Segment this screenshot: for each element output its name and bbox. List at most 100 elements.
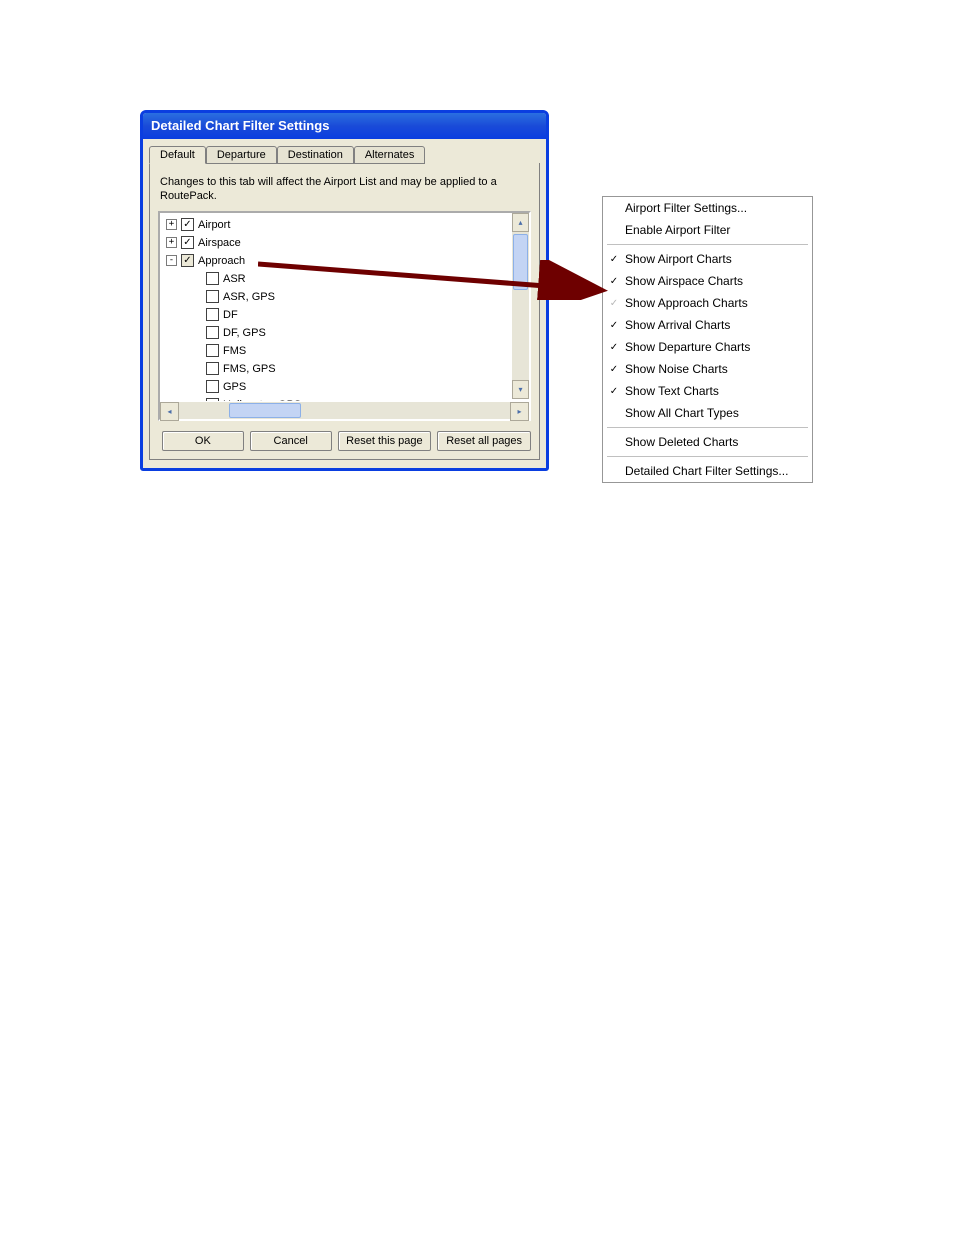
list-item: Applying customized filters for the depa…: [166, 659, 820, 676]
check-icon: ✓: [609, 342, 619, 353]
menu-show-departure-charts[interactable]: ✓ Show Departure Charts: [603, 336, 812, 358]
check-icon: ✓: [609, 298, 619, 309]
tree-label: ASR, GPS: [223, 291, 275, 303]
tab-hint-text: Changes to this tab will affect the Airp…: [160, 175, 531, 203]
chart-type-tree: + ✓ Airport + ✓ Airspace - ✓ Approach: [158, 211, 531, 421]
checkbox[interactable]: [206, 326, 219, 339]
menu-enable-airport-filter[interactable]: Enable Airport Filter: [603, 219, 812, 241]
list-item: Filtering out even more chart types.: [166, 699, 820, 716]
tab-alternates[interactable]: Alternates: [354, 146, 426, 164]
collapse-icon[interactable]: -: [166, 255, 177, 266]
scroll-left-icon[interactable]: ◂: [160, 402, 179, 421]
menu-separator: [607, 456, 808, 457]
scroll-down-icon[interactable]: ▾: [512, 380, 529, 399]
menu-label: Show Deleted Charts: [625, 435, 738, 449]
menu-separator: [607, 244, 808, 245]
menu-show-arrival-charts[interactable]: ✓ Show Arrival Charts: [603, 314, 812, 336]
dialog-button-row: OK Cancel Reset this page Reset all page…: [158, 431, 531, 451]
menu-label: Show Noise Charts: [625, 362, 728, 376]
tree-label: Airspace: [198, 237, 241, 249]
menu-label: Airport Filter Settings...: [625, 201, 747, 215]
menu-show-all-chart-types[interactable]: Show All Chart Types: [603, 402, 812, 424]
menu-label: Show Departure Charts: [625, 340, 750, 354]
checkbox[interactable]: [206, 344, 219, 357]
tree-item-df[interactable]: DF: [162, 305, 529, 323]
menu-separator: [607, 427, 808, 428]
menu-label: Show Arrival Charts: [625, 318, 730, 332]
tree-item-approach[interactable]: - ✓ Approach: [162, 251, 529, 269]
chart-context-menu: Airport Filter Settings... Enable Airpor…: [602, 196, 813, 483]
checkbox[interactable]: ✓: [181, 218, 194, 231]
tree-item-helicopter-gps[interactable]: Helicopter, GPS: [162, 395, 529, 401]
checkbox[interactable]: [206, 308, 219, 321]
menu-label: Show All Chart Types: [625, 406, 739, 420]
cancel-button[interactable]: Cancel: [250, 431, 332, 451]
checkbox[interactable]: ✓: [181, 236, 194, 249]
check-icon: ✓: [609, 386, 619, 397]
document-body: By default, all chart types are selected…: [140, 530, 820, 828]
checkbox[interactable]: [206, 272, 219, 285]
check-icon: ✓: [609, 364, 619, 375]
tab-default[interactable]: Default: [149, 146, 206, 164]
tree-item-asr-gps[interactable]: ASR, GPS: [162, 287, 529, 305]
checkbox[interactable]: [206, 380, 219, 393]
vertical-scrollbar[interactable]: ▴ ▾: [512, 213, 529, 399]
scrollbar-thumb[interactable]: [229, 403, 301, 418]
list-item: Clear the check boxes for the chart type…: [166, 563, 820, 580]
tab-strip: Default Departure Destination Alternates: [149, 145, 540, 163]
paragraph: You can further adjust these settings by…: [140, 634, 820, 651]
tree-label: DF: [223, 309, 238, 321]
scrollbar-track[interactable]: [512, 232, 529, 380]
list-item: If you click Reset this page or Reset al…: [166, 603, 820, 620]
tree-item-airport[interactable]: + ✓ Airport: [162, 215, 529, 233]
checkbox[interactable]: [206, 362, 219, 375]
checkbox-mixed[interactable]: ✓: [181, 254, 194, 267]
dialog-titlebar[interactable]: Detailed Chart Filter Settings: [143, 113, 546, 139]
tree-label: ASR: [223, 273, 246, 285]
tab-destination[interactable]: Destination: [277, 146, 354, 164]
scroll-right-icon[interactable]: ▸: [510, 402, 529, 421]
reset-all-pages-button[interactable]: Reset all pages: [437, 431, 531, 451]
menu-show-airspace-charts[interactable]: ✓Show Airspace Charts: [603, 270, 812, 292]
tree-item-df-gps[interactable]: DF, GPS: [162, 323, 529, 341]
menu-airport-filter-settings[interactable]: Airport Filter Settings...: [603, 197, 812, 219]
menu-show-deleted-charts[interactable]: Show Deleted Charts: [603, 431, 812, 453]
paragraph: Each tab in the Detailed Chart Filter Se…: [140, 769, 820, 820]
ok-button[interactable]: OK: [162, 431, 244, 451]
tree-label: FMS: [223, 345, 246, 357]
tree-item-gps[interactable]: GPS: [162, 377, 529, 395]
tree-item-asr[interactable]: ASR: [162, 269, 529, 287]
menu-label: Enable Airport Filter: [625, 223, 730, 237]
checkbox[interactable]: [206, 398, 219, 401]
tree-label: Approach: [198, 255, 245, 267]
menu-show-noise-charts[interactable]: ✓ Show Noise Charts: [603, 358, 812, 380]
menu-show-airport-charts[interactable]: ✓Show Airport Charts: [603, 248, 812, 270]
expand-icon[interactable]: +: [166, 237, 177, 248]
tree-label: Helicopter, GPS: [223, 399, 301, 402]
tree-item-fms-gps[interactable]: FMS, GPS: [162, 359, 529, 377]
menu-detailed-chart-filter-settings[interactable]: Detailed Chart Filter Settings...: [603, 460, 812, 482]
checkbox[interactable]: [206, 290, 219, 303]
scrollbar-track[interactable]: [179, 402, 510, 419]
expand-icon[interactable]: +: [166, 219, 177, 230]
bullet-list: Clear the check boxes for the chart type…: [166, 563, 820, 620]
menu-label: Show Airport Charts: [625, 252, 732, 266]
tree-item-fms[interactable]: FMS: [162, 341, 529, 359]
detailed-chart-filter-dialog: Detailed Chart Filter Settings Default D…: [140, 110, 549, 471]
tree-label: GPS: [223, 381, 246, 393]
menu-show-text-charts[interactable]: ✓Show Text Charts: [603, 380, 812, 402]
tree-item-airspace[interactable]: + ✓ Airspace: [162, 233, 529, 251]
tree-label: Airport: [198, 219, 230, 231]
reset-this-page-button[interactable]: Reset this page: [338, 431, 432, 451]
list-item: Selecting any edited tabs and deciding w…: [166, 679, 820, 696]
menu-show-approach-charts[interactable]: ✓Show Approach Charts: [603, 292, 812, 314]
check-icon: ✓: [609, 320, 619, 331]
tab-departure[interactable]: Departure: [206, 146, 277, 164]
horizontal-scrollbar[interactable]: ◂ ▸: [160, 402, 529, 419]
scrollbar-thumb[interactable]: [513, 234, 528, 290]
menu-label: Show Airspace Charts: [625, 274, 743, 288]
subheading: Applying Customized Chart Filters to You…: [140, 744, 820, 761]
scroll-up-icon[interactable]: ▴: [512, 213, 529, 232]
menu-label: Detailed Chart Filter Settings...: [625, 464, 788, 478]
tree-label: DF, GPS: [223, 327, 266, 339]
